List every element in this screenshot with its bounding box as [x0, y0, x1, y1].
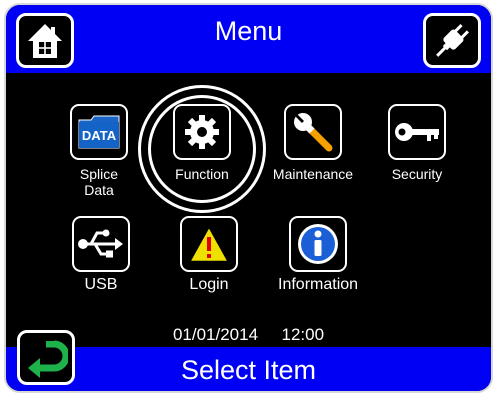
page-title: Menu [214, 16, 283, 46]
power-plug-icon [436, 23, 469, 57]
footer-prompt: Select Item [180, 355, 317, 385]
key-icon [395, 123, 439, 141]
wrench-icon [294, 113, 333, 152]
menu-item-maintenance[interactable]: Maintenance [272, 104, 354, 182]
menu-item-login[interactable]: Login [174, 216, 244, 294]
folder-data-icon: DATA [78, 115, 120, 149]
menu-item-information[interactable]: Information [278, 216, 358, 294]
back-button[interactable] [17, 330, 75, 385]
item-label: Information [278, 276, 359, 293]
gear-icon [185, 115, 219, 149]
item-label: Function [175, 166, 229, 182]
home-icon [28, 23, 62, 58]
power-button[interactable] [423, 13, 481, 68]
item-label: USB [84, 276, 118, 293]
home-button[interactable] [16, 13, 74, 68]
item-label: Splice [79, 166, 119, 182]
usb-icon [78, 229, 123, 258]
data-badge: DATA [82, 128, 117, 143]
menu-item-security[interactable]: Security [384, 104, 450, 182]
return-arrow-icon [28, 340, 68, 378]
date-time-readout: 01/01/2014 12:00 [6, 325, 491, 345]
menu-item-usb[interactable]: USB [68, 216, 134, 294]
date-text: 01/01/2014 [172, 325, 259, 344]
menu-item-function[interactable]: Function [167, 104, 237, 182]
device-screen: Menu DATA Splice Data Function Maintenan… [4, 3, 493, 393]
warning-icon [187, 224, 231, 264]
item-label: Maintenance [272, 166, 354, 182]
item-label: Login [189, 276, 229, 293]
item-label: Security [391, 166, 443, 182]
menu-item-splice-data[interactable]: DATA Splice Data [64, 104, 134, 198]
info-icon [298, 224, 338, 264]
header-bar: Menu [6, 5, 491, 73]
time-text: 12:00 [281, 325, 325, 344]
item-label: Data [84, 182, 114, 198]
footer-bar: Select Item [6, 347, 491, 391]
